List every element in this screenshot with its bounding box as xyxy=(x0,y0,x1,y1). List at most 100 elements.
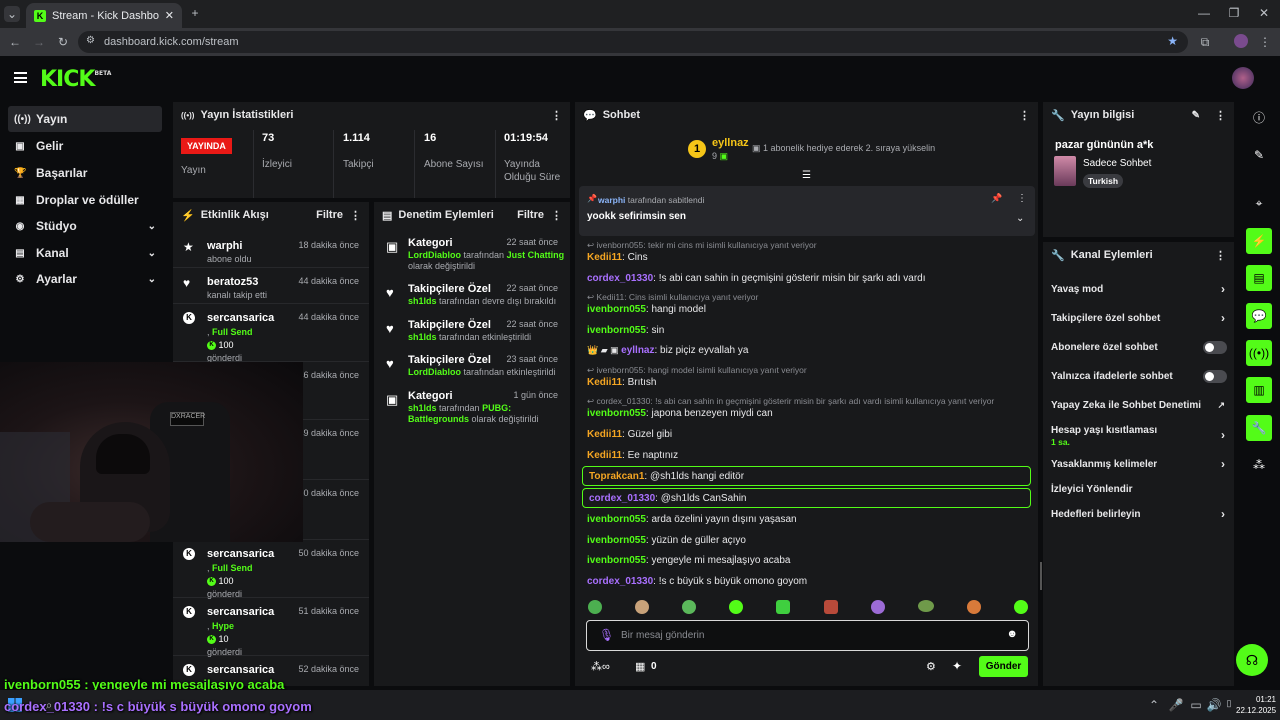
chat-message[interactable]: Kedii11: Cins xyxy=(587,252,648,263)
more-options-icon[interactable]: ⋮ xyxy=(1215,249,1226,262)
activity-user[interactable]: sercansarica xyxy=(207,606,274,618)
collapse-icon[interactable]: ☰ xyxy=(802,170,811,181)
stream-info-panel-icon[interactable]: ▥ xyxy=(1246,377,1272,403)
chat-username[interactable]: eyllnaz xyxy=(621,345,654,356)
chat-message[interactable]: cordex_01330: @sh1lds CanSahin xyxy=(589,493,747,504)
kicks-icon[interactable]: ⁂∞ xyxy=(591,660,610,673)
chat-username[interactable]: Kedii11 xyxy=(587,450,622,461)
action-banned-words[interactable]: Yasaklanmış kelimeler › xyxy=(1051,457,1227,471)
emote-icon[interactable] xyxy=(682,600,697,614)
action-followers-only[interactable]: Takipçilere özel sohbet › xyxy=(1051,311,1227,325)
chat-message[interactable]: Toprakcan1: @sh1lds hangi editör xyxy=(589,471,744,482)
send-button[interactable]: Gönder xyxy=(979,656,1028,677)
volume-icon[interactable]: 🔊 xyxy=(1207,698,1222,712)
chat-message[interactable]: cordex_01330: !s abi can sahin in geçmiş… xyxy=(587,273,926,284)
more-options-icon[interactable]: ⋮ xyxy=(1019,109,1030,122)
chat-username[interactable]: cordex_01330 xyxy=(587,576,653,587)
emoji-icon[interactable]: ☻ xyxy=(1006,628,1018,640)
address-bar[interactable]: ⚙ dashboard.kick.com/stream ★ xyxy=(78,31,1188,53)
filter-button[interactable]: Filtre xyxy=(517,209,544,221)
more-options-icon[interactable]: ⋮ xyxy=(350,209,361,222)
chat-username[interactable]: ivenborn055 xyxy=(587,535,646,546)
activity-user[interactable]: warphi xyxy=(207,240,242,252)
chat-username[interactable]: Toprakcan1 xyxy=(589,471,644,482)
extensions-icon[interactable]: ⧉ xyxy=(1198,35,1212,50)
action-ai-moderation[interactable]: Yapay Zeka ile Sohbet Denetimi ↗ xyxy=(1051,400,1227,411)
mod-user[interactable]: LordDiabloo xyxy=(408,250,461,260)
sidebar-item-basarilar[interactable]: 🏆 Başarılar xyxy=(8,160,162,186)
kick-logo[interactable]: KICKBETA xyxy=(40,67,111,92)
chat-username[interactable]: cordex_01330 xyxy=(589,493,655,504)
help-headset-icon[interactable]: ☊ xyxy=(1236,644,1268,676)
chat-message[interactable]: ivenborn055: hangi model xyxy=(587,304,706,315)
window-close-icon[interactable]: ✕ xyxy=(1256,6,1272,20)
chat-input[interactable]: 🎙 Bir mesaj gönderin ☻ xyxy=(586,620,1029,651)
emote-icon[interactable] xyxy=(823,600,838,614)
chevron-up-icon[interactable]: ⌃ xyxy=(1148,698,1160,712)
battery-icon[interactable]: ▯ xyxy=(1224,698,1234,709)
kicks-rail-icon[interactable]: ⁂ xyxy=(1246,452,1272,478)
browser-menu-icon[interactable]: ⋮ xyxy=(1259,35,1271,49)
chat-username[interactable]: ivenborn055 xyxy=(587,325,646,336)
chat-scrollbar[interactable] xyxy=(1040,562,1042,590)
tab-search-icon[interactable]: ⌄ xyxy=(4,6,20,22)
action-raid[interactable]: İzleyici Yönlendir xyxy=(1051,484,1227,495)
chat-username[interactable]: Kedii11 xyxy=(587,377,622,388)
channel-actions-panel-icon[interactable]: 🔧 xyxy=(1246,415,1272,441)
more-options-icon[interactable]: ⋮ xyxy=(551,209,562,222)
chat-username[interactable]: Kedii11 xyxy=(587,252,622,263)
hamburger-menu-icon[interactable] xyxy=(14,72,27,83)
sidebar-item-droplar[interactable]: ▦ Droplar ve ödüller xyxy=(8,187,162,213)
chat-settings-icon[interactable]: ⚙ xyxy=(926,660,936,673)
microphone-icon[interactable]: 🎙 xyxy=(599,628,614,642)
more-options-icon[interactable]: ⋮ xyxy=(1215,109,1226,122)
activity-user[interactable]: sercansarica xyxy=(207,312,274,324)
edit-layout-icon[interactable]: ✎ xyxy=(1246,142,1272,168)
focus-icon[interactable]: ⌖ xyxy=(1246,190,1272,216)
action-slow-mode[interactable]: Yavaş mod › xyxy=(1051,282,1227,296)
new-tab-icon[interactable]: + xyxy=(188,6,202,20)
network-icon[interactable]: ▭ xyxy=(1190,698,1202,712)
info-icon[interactable]: ⓘ xyxy=(1246,104,1272,130)
subscribers-only-toggle[interactable] xyxy=(1203,341,1227,354)
sidebar-item-yayin[interactable]: ((•)) Yayın xyxy=(8,106,162,132)
category-thumbnail[interactable] xyxy=(1054,156,1076,186)
back-icon[interactable]: ← xyxy=(8,35,22,49)
emote-icon[interactable] xyxy=(635,600,650,614)
activity-user[interactable]: beratoz53 xyxy=(207,276,258,288)
chat-message[interactable]: ivenborn055: yüzün de güller açıyo xyxy=(587,535,746,546)
emote-icon[interactable] xyxy=(1013,600,1028,614)
mod-user[interactable]: sh1lds xyxy=(408,403,437,413)
browser-tab[interactable]: K Stream - Kick Dashboard ✕ xyxy=(26,3,182,28)
chat-message[interactable]: ivenborn055: japona benzeyen miydi can xyxy=(587,408,773,419)
user-avatar[interactable] xyxy=(1232,67,1254,89)
profile-avatar[interactable] xyxy=(1234,34,1248,48)
forward-icon[interactable]: → xyxy=(32,35,46,49)
chat-panel-icon[interactable]: 💬 xyxy=(1246,303,1272,329)
more-options-icon[interactable]: ⋮ xyxy=(1017,193,1027,204)
sidebar-item-studyo[interactable]: ◉ Stüdyo ⌄ xyxy=(8,213,162,239)
chat-username[interactable]: ivenborn055 xyxy=(587,555,646,566)
emote-icon[interactable] xyxy=(917,600,934,612)
microphone-icon[interactable]: 🎤 xyxy=(1169,698,1184,712)
activity-user[interactable]: sercansarica xyxy=(207,548,274,560)
top-gifter-name[interactable]: eyllnaz xyxy=(712,137,749,149)
filter-button[interactable]: Filtre xyxy=(316,209,343,221)
emote-only-toggle[interactable] xyxy=(1203,370,1227,383)
maximize-icon[interactable]: ❐ xyxy=(1226,6,1242,20)
mod-user[interactable]: sh1lds xyxy=(408,296,437,306)
sidebar-item-gelir[interactable]: ▣ Gelir xyxy=(8,133,162,159)
moderation-panel-icon[interactable]: ▤ xyxy=(1246,265,1272,291)
reload-icon[interactable]: ↻ xyxy=(56,35,70,49)
chat-message[interactable]: cordex_01330: !s c büyük s büyük omono g… xyxy=(587,576,807,587)
chevron-down-icon[interactable]: ⌄ xyxy=(1016,213,1024,224)
stream-tag[interactable]: Turkish xyxy=(1083,174,1124,188)
mod-user[interactable]: LordDiabloo xyxy=(408,367,461,377)
chat-username[interactable]: ivenborn055 xyxy=(587,514,646,525)
chat-message[interactable]: Kedii11: Güzel gibi xyxy=(587,429,672,440)
bookmark-star-icon[interactable]: ★ xyxy=(1167,34,1178,48)
emote-icon[interactable] xyxy=(870,600,885,614)
action-set-goals[interactable]: Hedefleri belirleyin › xyxy=(1051,507,1227,521)
chat-message[interactable]: ivenborn055: yengeyle mi mesajlaşıyo aca… xyxy=(587,555,790,566)
chat-message[interactable]: Kedii11: Ee naptınız xyxy=(587,450,678,461)
